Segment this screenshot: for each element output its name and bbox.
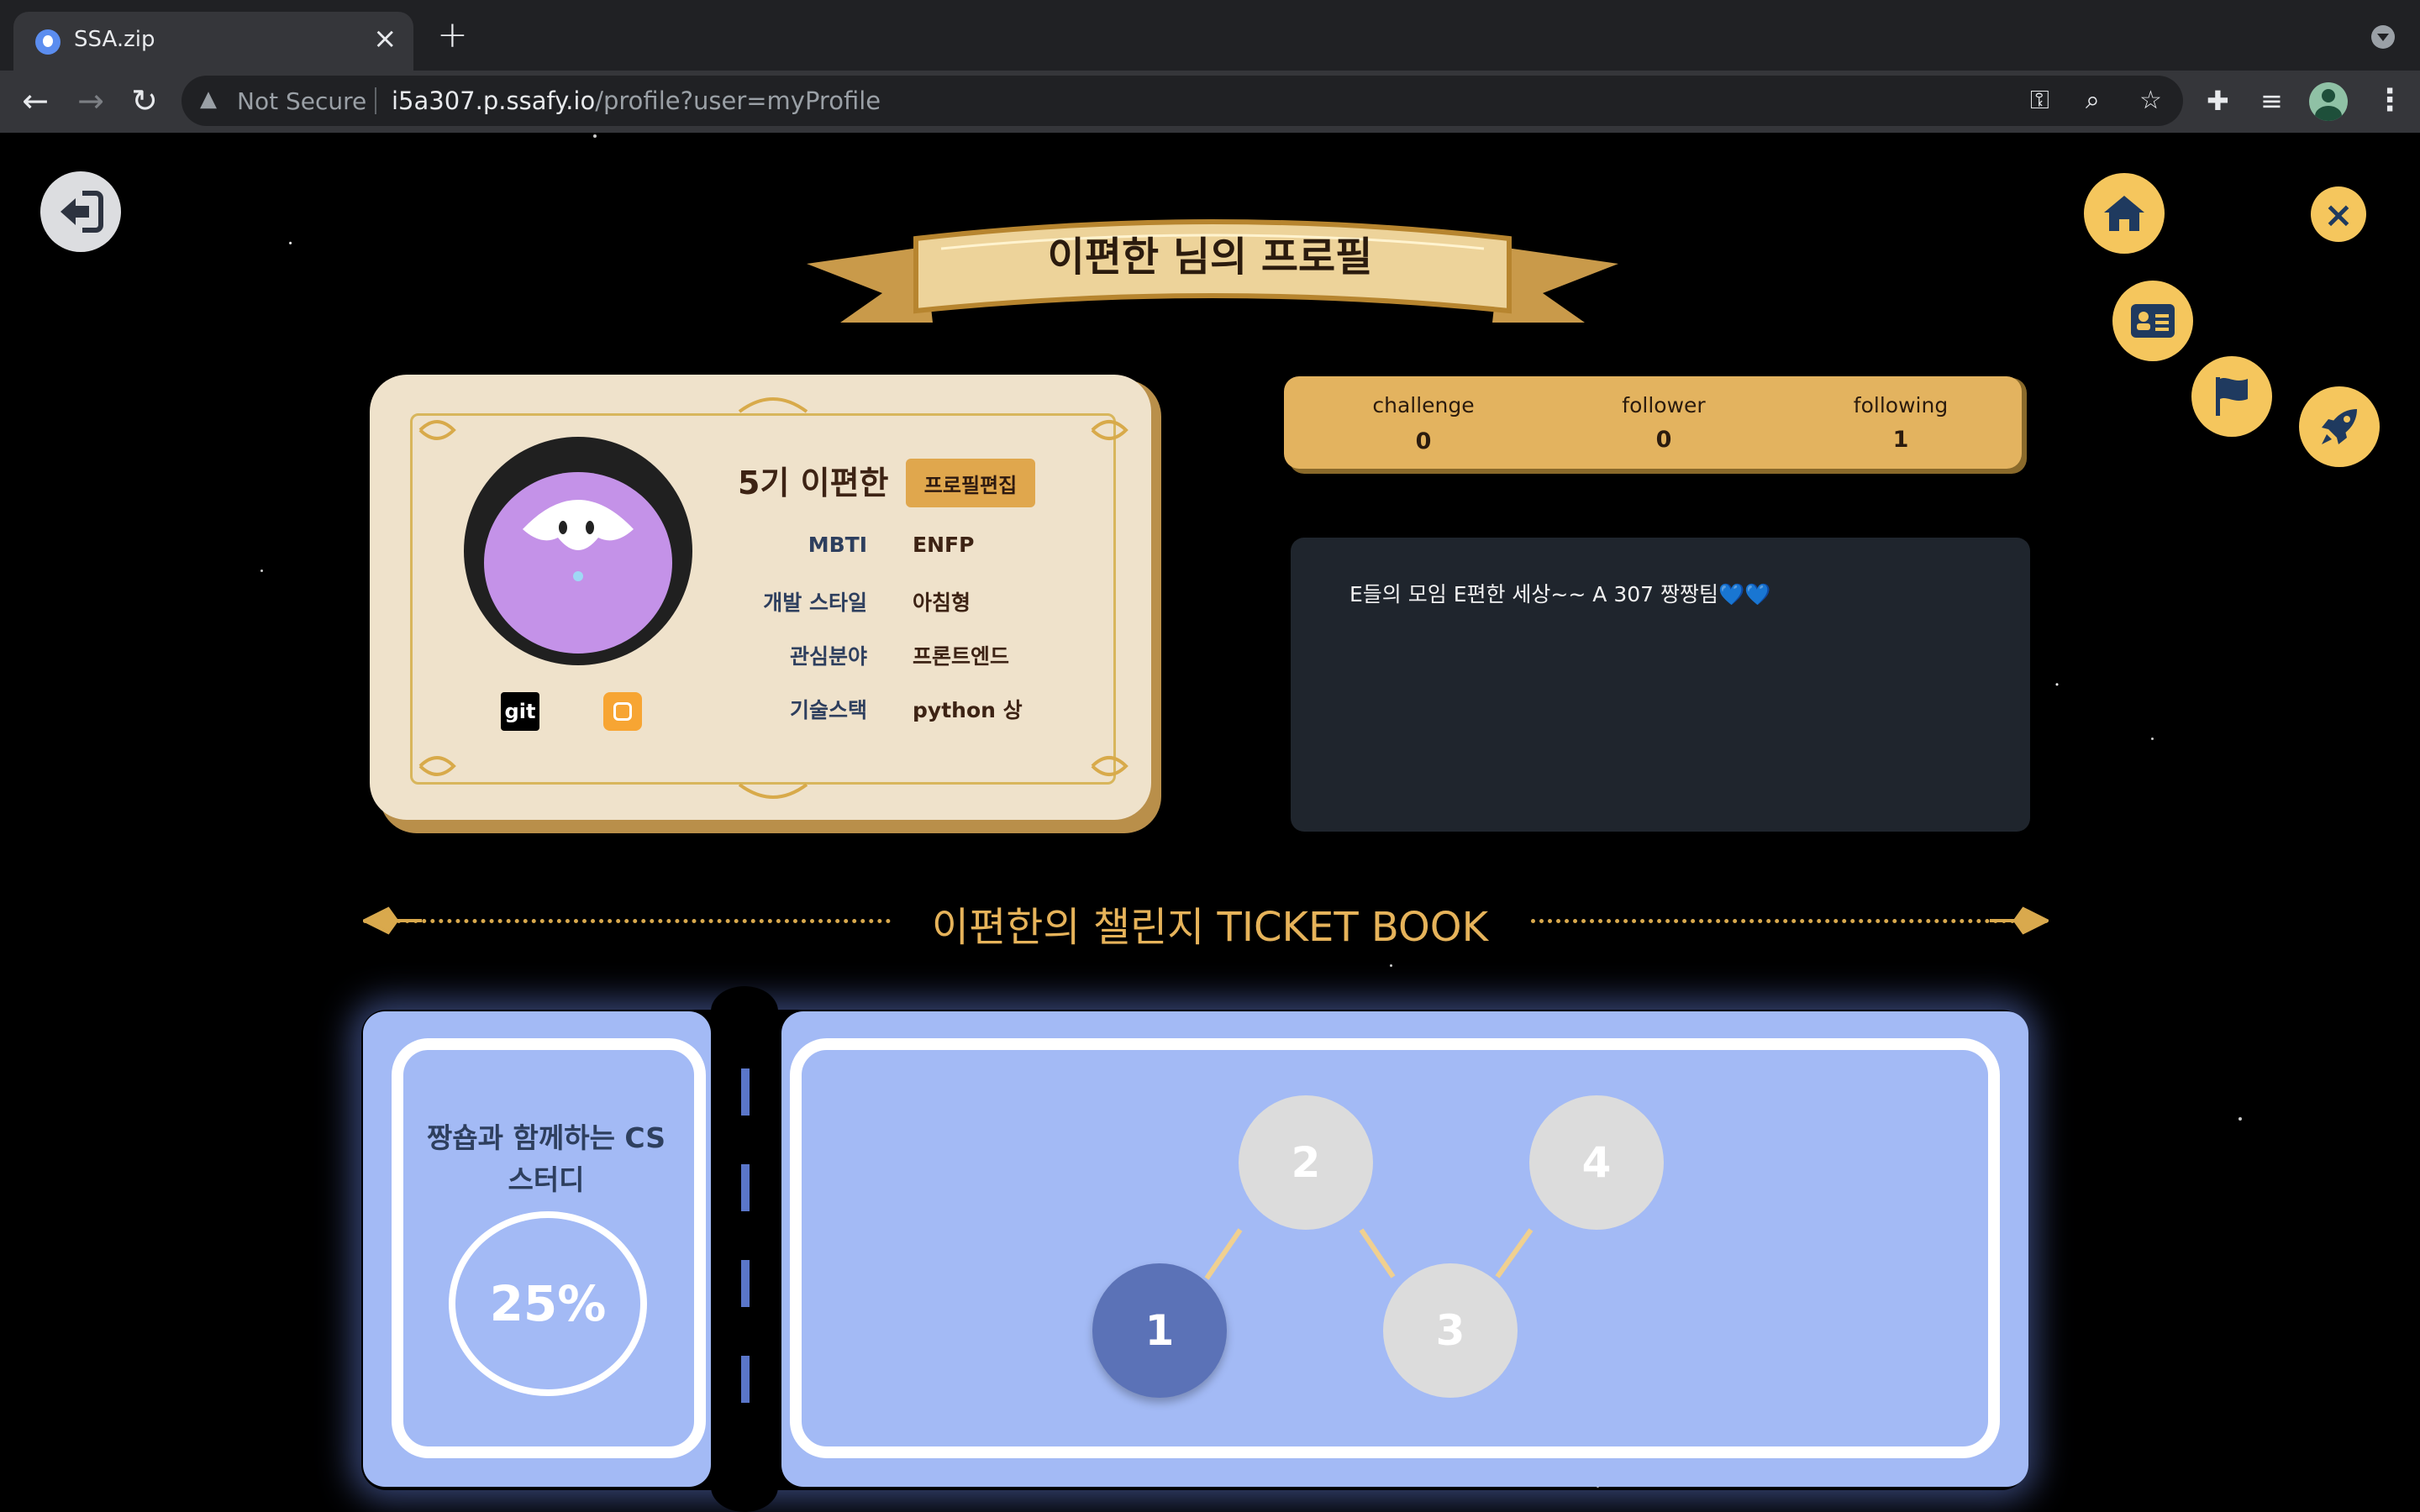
progress-circle: 25% bbox=[449, 1211, 647, 1396]
puzzle-icon[interactable]: ✚ bbox=[2207, 86, 2229, 116]
character-icon bbox=[484, 472, 672, 654]
heart-icon: 💙💙 bbox=[1718, 582, 1771, 606]
challenge-title[interactable]: 짱숍과 함께하는 CS 스터디 bbox=[420, 1117, 672, 1201]
intro-text: E들의 모임 E편한 세상~~ A 307 짱짱팀💙💙 bbox=[1349, 578, 1770, 608]
stat-value-challenge[interactable]: 0 bbox=[1339, 428, 1507, 454]
star-decoration bbox=[1390, 964, 1392, 967]
close-menu-button[interactable]: × bbox=[2311, 186, 2366, 242]
ticket-book-title: 이편한의 챌린지 TICKET BOOK bbox=[931, 904, 1489, 951]
profile-name: 5기 이편한 bbox=[738, 465, 889, 501]
profile-banner-title: 이편한 님의 프로필 bbox=[1047, 234, 1373, 281]
ticket-perforation bbox=[741, 1164, 750, 1211]
blog-link-icon[interactable] bbox=[603, 692, 642, 731]
stats-bar bbox=[1284, 376, 2022, 469]
step-node-4[interactable]: 4 bbox=[1529, 1095, 1664, 1230]
edit-profile-button[interactable]: 프로필편집 bbox=[906, 459, 1035, 507]
security-label[interactable]: Not Secure bbox=[237, 87, 366, 115]
media-icon[interactable]: ≡ bbox=[2260, 86, 2283, 116]
step-node-2[interactable]: 2 bbox=[1239, 1095, 1373, 1230]
profile-page: × 이편한 님의 프로필 git 5기 이편한 프로필편집 MBTI ENFP … bbox=[0, 133, 2420, 1512]
ticket-perforation bbox=[741, 1356, 750, 1403]
id-card-icon bbox=[2131, 304, 2175, 338]
exit-button[interactable] bbox=[40, 171, 121, 252]
field-label-tech-stack: 기술스택 bbox=[789, 698, 867, 722]
back-exit-icon bbox=[60, 191, 103, 233]
address-divider bbox=[375, 87, 376, 114]
ticket-notch-top bbox=[711, 986, 778, 1037]
stat-value-follower[interactable]: 0 bbox=[1580, 427, 1748, 453]
star-decoration bbox=[260, 570, 263, 572]
git-link-button[interactable]: git bbox=[501, 692, 539, 731]
field-value-dev-style: 아침형 bbox=[913, 591, 971, 615]
tab-strip: SSA.zip × + bbox=[0, 0, 2420, 71]
browser-tab[interactable]: SSA.zip × bbox=[13, 12, 413, 71]
field-label-mbti: MBTI bbox=[808, 533, 867, 557]
browser-toolbar: ← → ↻ ▲ Not Secure i5a307.p.ssafy.io/pro… bbox=[0, 71, 2420, 133]
star-decoration bbox=[2238, 1117, 2242, 1121]
field-value-mbti: ENFP bbox=[913, 533, 975, 557]
arrow-ornament-icon bbox=[1990, 906, 2049, 935]
field-value-tech-stack: python 상 bbox=[913, 698, 1023, 722]
tab-title: SSA.zip bbox=[74, 27, 155, 52]
intro-message: E들의 모임 E편한 세상~~ A 307 짱짱팀 bbox=[1349, 582, 1718, 606]
key-icon[interactable]: ⚿ bbox=[2030, 86, 2049, 116]
flag-icon bbox=[2216, 377, 2248, 416]
ticket-perforation bbox=[741, 1068, 750, 1116]
home-button[interactable] bbox=[2084, 173, 2165, 254]
tab-close-button[interactable]: × bbox=[373, 22, 397, 55]
warning-icon[interactable]: ▲ bbox=[200, 87, 217, 112]
more-menu-icon[interactable]: ⋮ bbox=[2375, 82, 2405, 119]
url-host: i5a307.p.ssafy.io bbox=[392, 87, 596, 115]
challenge-flag-button[interactable] bbox=[2191, 356, 2272, 437]
field-label-dev-style: 개발 스타일 bbox=[763, 591, 867, 615]
reload-icon[interactable]: ↻ bbox=[121, 77, 168, 124]
home-icon bbox=[2104, 196, 2144, 231]
stat-label-following[interactable]: following bbox=[1817, 393, 1985, 417]
address-bar[interactable]: ▲ Not Secure i5a307.p.ssafy.io/profile?u… bbox=[182, 76, 2183, 126]
ticket-perforation bbox=[741, 1260, 750, 1307]
field-label-interest: 관심분야 bbox=[789, 644, 867, 669]
site-favicon-icon bbox=[35, 29, 60, 55]
url-text[interactable]: i5a307.p.ssafy.io/profile?user=myProfile bbox=[392, 87, 881, 115]
avatar bbox=[464, 437, 692, 665]
forward-arrow-icon[interactable]: → bbox=[67, 77, 114, 124]
star-decoration bbox=[2151, 738, 2154, 740]
profile-card-button[interactable] bbox=[2112, 281, 2193, 361]
profile-avatar-icon[interactable] bbox=[2309, 82, 2348, 121]
step-node-1[interactable]: 1 bbox=[1092, 1263, 1227, 1398]
url-path: /profile?user=myProfile bbox=[595, 87, 881, 115]
new-tab-button[interactable]: + bbox=[437, 17, 468, 54]
step-node-3[interactable]: 3 bbox=[1383, 1263, 1518, 1398]
rocket-button[interactable] bbox=[2299, 386, 2380, 467]
field-value-interest: 프론트엔드 bbox=[913, 644, 1010, 669]
arrow-ornament-icon bbox=[363, 906, 422, 935]
stat-label-follower[interactable]: follower bbox=[1580, 393, 1748, 417]
stat-value-following[interactable]: 1 bbox=[1817, 427, 1985, 453]
ticket-notch-bottom bbox=[711, 1462, 778, 1512]
rocket-icon bbox=[2322, 409, 2357, 444]
tab-search-icon[interactable] bbox=[2371, 25, 2395, 49]
back-arrow-icon[interactable]: ← bbox=[12, 77, 59, 124]
zoom-icon[interactable]: ⌕ bbox=[2086, 86, 2100, 116]
stat-label-challenge[interactable]: challenge bbox=[1339, 393, 1507, 417]
star-icon[interactable]: ☆ bbox=[2139, 86, 2162, 116]
star-decoration bbox=[593, 134, 597, 138]
